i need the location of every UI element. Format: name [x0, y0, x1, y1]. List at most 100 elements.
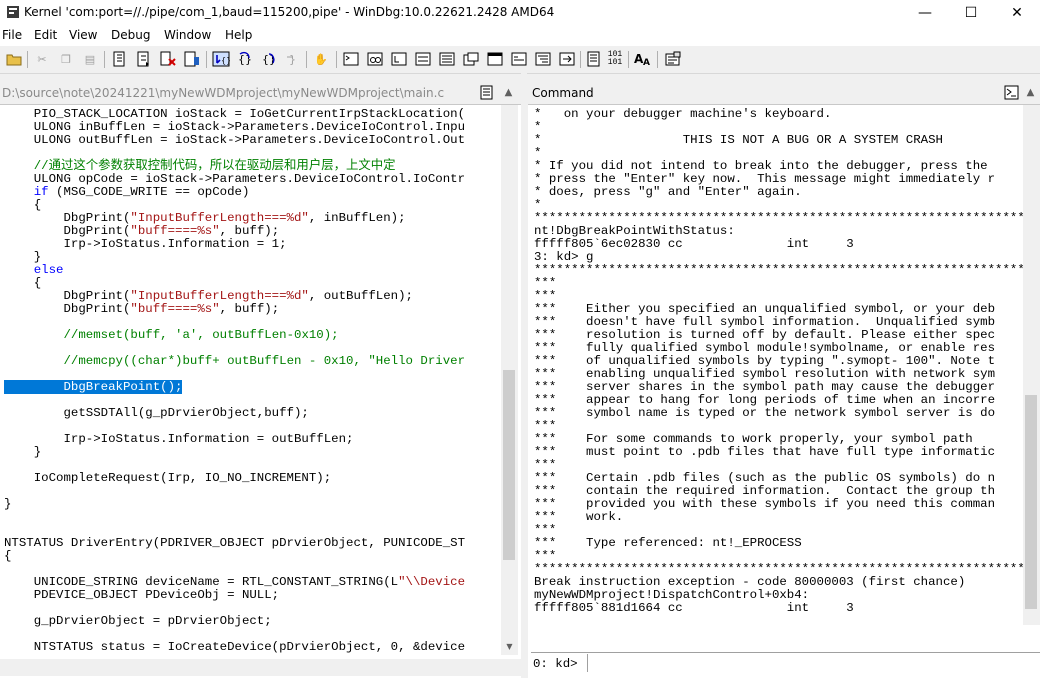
break-icon[interactable]	[183, 50, 201, 68]
source-code-view[interactable]: PIO_STACK_LOCATION ioStack = IoGetCurren…	[4, 108, 500, 653]
command-output-line: ****************************************…	[534, 263, 1024, 277]
command-vertical-scrollbar[interactable]	[1023, 105, 1040, 625]
menu-bar: File Edit View Debug Window Help	[0, 26, 1040, 46]
toolbar-separator	[27, 51, 28, 68]
source-file-options-icon[interactable]	[480, 85, 495, 100]
command-pane-scroll-up-icon[interactable]: ▲	[1023, 85, 1038, 100]
window-title: Kernel 'com:port=//./pipe/com_1,baud=115…	[24, 5, 555, 19]
command-output-line: fffff805`881d1664 cc int 3	[534, 601, 854, 615]
disassembly-window-icon[interactable]	[486, 50, 504, 68]
memory-window-icon[interactable]	[438, 50, 456, 68]
source-line[interactable]	[4, 485, 500, 498]
menu-help[interactable]: Help	[225, 28, 252, 42]
processes-threads-icon[interactable]	[534, 50, 552, 68]
source-line[interactable]: Irp->IoStatus.Information = outBuffLen;	[4, 433, 500, 446]
source-line[interactable]: DbgBreakPoint();	[4, 380, 500, 394]
command-output-line: *** symbol name is typed or the network …	[534, 406, 996, 420]
source-line[interactable]: DbgPrint("buff====%s", buff);	[4, 303, 500, 316]
source-line[interactable]: //memcpy((char*)buff+ outBuffLen - 0x10,…	[4, 355, 500, 368]
paste-icon[interactable]: ▤	[81, 50, 99, 68]
command-pane: Command ▲ * on your debugger machine's k…	[528, 82, 1040, 678]
source-file-path: D:\source\note\20241221\myNewWDMproject\…	[2, 86, 445, 100]
toolbar-separator	[580, 51, 581, 68]
source-line[interactable]: NTSTATUS status = IoCreateDevice(pDrvier…	[4, 641, 500, 654]
menu-file[interactable]: File	[2, 28, 22, 42]
step-into-icon[interactable]: {}	[212, 50, 230, 68]
source-line[interactable]: //memset(buff, 'a', outBuffLen-0x10);	[4, 329, 500, 342]
command-window-icon[interactable]	[342, 50, 360, 68]
command-output-line: *** Type referenced: nt!_EPROCESS	[534, 536, 802, 550]
toolbar: ✂ ❐ ▤ {} {} {} } ✋	[0, 47, 1040, 74]
svg-text:{}: {}	[238, 53, 252, 66]
source-line[interactable]: PDEVICE_OBJECT PDeviceObj = NULL;	[4, 589, 500, 602]
toolbar-separator	[657, 51, 658, 68]
close-button[interactable]: ✕	[994, 0, 1040, 26]
watch-window-icon[interactable]	[366, 50, 384, 68]
step-over-icon[interactable]: {}	[236, 50, 254, 68]
source-line[interactable]: NTSTATUS DriverEntry(PDRIVER_OBJECT pDrv…	[4, 537, 500, 550]
source-line[interactable]: IoCompleteRequest(Irp, IO_NO_INCREMENT);	[4, 472, 500, 485]
source-line[interactable]: getSSDTAll(g_pDrvierObject,buff);	[4, 407, 500, 420]
cut-icon[interactable]: ✂	[33, 50, 51, 68]
source-line[interactable]: }	[4, 498, 500, 511]
hand-breakpoint-icon[interactable]: ✋	[312, 50, 330, 68]
svg-text:{}: {}	[221, 56, 230, 65]
font-icon[interactable]: AA	[634, 50, 652, 68]
source-line[interactable]: }	[4, 251, 500, 264]
command-prompt-row: 0: kd>	[531, 652, 1040, 675]
command-output-line: * does, press "g" and "Enter" again.	[534, 185, 802, 199]
call-stack-window-icon[interactable]	[462, 50, 480, 68]
source-line[interactable]: Irp->IoStatus.Information = 1;	[4, 238, 500, 251]
source-line[interactable]: if (MSG_CODE_WRITE == opCode)	[4, 186, 500, 199]
command-output-line: * THIS IS NOT A BUG OR A SYSTEM CRASH	[534, 133, 943, 147]
menu-view[interactable]: View	[69, 28, 97, 42]
source-vertical-scrollbar[interactable]: ▼	[501, 105, 518, 655]
command-pane-title: Command	[532, 86, 594, 100]
stop-debugging-icon[interactable]	[159, 50, 177, 68]
source-mode-icon[interactable]	[558, 50, 576, 68]
menu-window[interactable]: Window	[164, 28, 211, 42]
options-icon[interactable]	[664, 50, 682, 68]
source-file-icon[interactable]	[585, 50, 603, 68]
scroll-down-arrow-icon[interactable]: ▼	[501, 638, 518, 655]
current-line-highlight: DbgBreakPoint();	[4, 380, 183, 394]
command-window-options-icon[interactable]	[1004, 85, 1019, 100]
menu-edit[interactable]: Edit	[34, 28, 57, 42]
command-scroll-thumb[interactable]	[1025, 395, 1037, 609]
source-line[interactable]: }	[4, 446, 500, 459]
command-output-line: fffff805`6ec02830 cc int 3	[534, 237, 854, 251]
command-output-line: *** must point to .pdb files that have f…	[534, 445, 996, 459]
scratch-pad-icon[interactable]	[510, 50, 528, 68]
locals-window-icon[interactable]	[390, 50, 408, 68]
source-pane-scroll-up-icon[interactable]: ▲	[501, 85, 516, 100]
source-line[interactable]: else	[4, 264, 500, 277]
maximize-button[interactable]: ☐	[948, 0, 994, 26]
step-out-icon[interactable]: {}	[260, 50, 278, 68]
go-icon[interactable]	[111, 50, 129, 68]
source-line[interactable]	[4, 511, 500, 524]
toolbar-separator	[306, 51, 307, 68]
source-pane: D:\source\note\20241221\myNewWDMproject\…	[0, 82, 521, 678]
source-horizontal-scrollbar[interactable]	[0, 659, 521, 676]
command-input[interactable]	[587, 654, 1040, 672]
run-to-cursor-icon[interactable]: }	[284, 50, 302, 68]
source-scroll-thumb[interactable]	[503, 370, 515, 560]
source-line[interactable]: {	[4, 550, 500, 563]
toolbar-separator	[206, 51, 207, 68]
source-line[interactable]: ULONG outBuffLen = ioStack->Parameters.D…	[4, 134, 500, 147]
menu-debug[interactable]: Debug	[111, 28, 150, 42]
open-folder-icon[interactable]	[5, 50, 23, 68]
command-output-line: ***	[534, 276, 557, 290]
source-line[interactable]: g_pDrvierObject = pDrvierObject;	[4, 615, 500, 628]
minimize-button[interactable]: —	[902, 0, 948, 26]
toolbar-separator	[628, 51, 629, 68]
copy-icon[interactable]: ❐	[57, 50, 75, 68]
pane-splitter[interactable]	[521, 73, 527, 678]
source-pane-header: D:\source\note\20241221\myNewWDMproject\…	[0, 82, 521, 105]
svg-text:}: }	[289, 53, 296, 66]
hex-display-icon[interactable]: 101 101	[606, 50, 624, 68]
command-output-line: * on your debugger machine's keyboard.	[534, 108, 832, 121]
title-bar: Kernel 'com:port=//./pipe/com_1,baud=115…	[0, 0, 1040, 26]
restart-icon[interactable]	[135, 50, 153, 68]
registers-window-icon[interactable]	[414, 50, 432, 68]
